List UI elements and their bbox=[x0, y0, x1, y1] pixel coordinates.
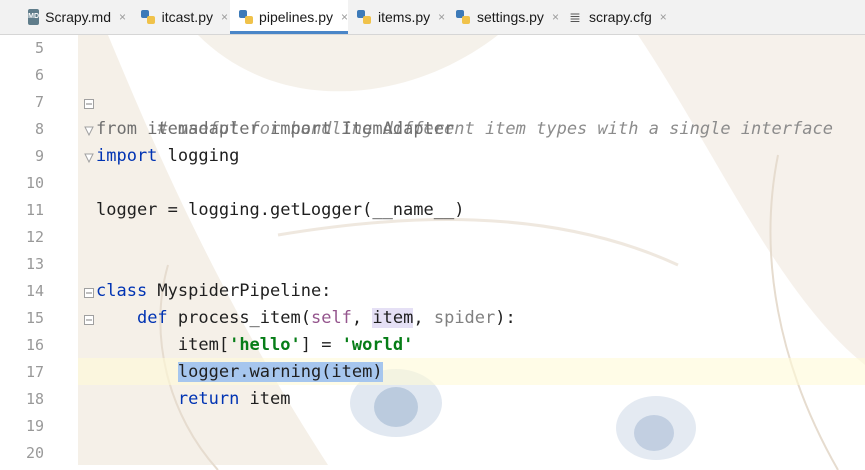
code-line-18: return item bbox=[96, 386, 291, 413]
name-token: ItemAdapter bbox=[331, 119, 455, 139]
line-number: 20 bbox=[25, 444, 44, 462]
editor-tab-bar: MD Scrapy.md × itcast.py × pipelines.py … bbox=[0, 0, 865, 35]
close-icon[interactable]: × bbox=[119, 10, 126, 24]
close-icon[interactable]: × bbox=[660, 10, 667, 24]
name-token: item bbox=[239, 389, 291, 409]
tab-items-py[interactable]: items.py × bbox=[356, 0, 446, 34]
line-number: 14 bbox=[25, 282, 44, 300]
fold-toggle-icon[interactable] bbox=[84, 310, 94, 325]
close-icon[interactable]: × bbox=[341, 10, 348, 24]
line-number: 8 bbox=[34, 120, 44, 138]
line-number: 10 bbox=[25, 174, 44, 192]
assign-token: ] = bbox=[300, 335, 342, 355]
fold-toggle-icon[interactable] bbox=[84, 283, 94, 298]
fold-toggle-icon[interactable] bbox=[84, 94, 94, 109]
tab-label: Scrapy.md bbox=[45, 9, 111, 25]
module-token: itemadapter bbox=[136, 119, 271, 139]
punctuation-token: , bbox=[413, 308, 434, 328]
tab-label: settings.py bbox=[477, 9, 544, 25]
tab-label: pipelines.py bbox=[259, 9, 333, 25]
code-line-15: def process_item(self, item, spider): bbox=[96, 305, 516, 332]
python-file-icon bbox=[238, 9, 254, 25]
line-number: 6 bbox=[34, 66, 44, 84]
keyword-token: def bbox=[136, 308, 168, 328]
markdown-file-icon: MD bbox=[28, 9, 40, 25]
close-icon[interactable]: × bbox=[221, 10, 228, 24]
fold-end-icon[interactable] bbox=[84, 391, 184, 407]
keyword-token: return bbox=[177, 389, 240, 409]
punctuation-token: ): bbox=[495, 308, 516, 328]
punctuation-token: , bbox=[351, 308, 373, 328]
config-file-icon: ≣ bbox=[569, 9, 581, 25]
function-name-token: process_item( bbox=[167, 308, 311, 328]
subscript-token: item[ bbox=[177, 335, 230, 355]
tab-scrapy-cfg[interactable]: ≣ scrapy.cfg × bbox=[567, 0, 667, 34]
close-icon[interactable]: × bbox=[438, 10, 445, 24]
line-number: 5 bbox=[34, 39, 44, 57]
code-line-8: from itemadapter import ItemAdapter bbox=[96, 116, 454, 143]
class-name-token: MyspiderPipeline: bbox=[147, 281, 332, 301]
keyword-token: import bbox=[96, 146, 158, 166]
code-line-9: import logging bbox=[96, 143, 239, 170]
name-token: logging bbox=[157, 146, 240, 166]
line-number: 16 bbox=[25, 336, 44, 354]
keyword-token: from bbox=[96, 119, 137, 139]
keyword-token: class bbox=[96, 281, 148, 301]
line-number: 11 bbox=[25, 201, 44, 219]
line-number: 7 bbox=[34, 93, 44, 111]
close-icon[interactable]: × bbox=[552, 10, 559, 24]
code-line-17: logger.warning(item) bbox=[96, 359, 383, 386]
tab-pipelines-py[interactable]: pipelines.py × bbox=[230, 0, 348, 34]
fold-end-icon[interactable] bbox=[84, 148, 94, 164]
line-number: 15 bbox=[25, 309, 44, 327]
tab-label: items.py bbox=[378, 9, 431, 25]
item-param-token: item bbox=[372, 308, 414, 328]
python-file-icon bbox=[455, 9, 471, 25]
code-line-14: class MyspiderPipeline: bbox=[96, 278, 331, 305]
selected-text[interactable]: logger.warning(item) bbox=[177, 362, 383, 382]
tab-label: scrapy.cfg bbox=[589, 9, 652, 25]
python-file-icon bbox=[356, 9, 372, 25]
tab-itcast-py[interactable]: itcast.py × bbox=[140, 0, 228, 34]
line-number: 17 bbox=[25, 363, 44, 381]
line-number: 18 bbox=[25, 390, 44, 408]
code-editor[interactable]: # useful for handling different item typ… bbox=[78, 35, 865, 470]
line-number: 19 bbox=[25, 417, 44, 435]
line-number: 12 bbox=[25, 228, 44, 246]
statement-token: logger = logging.getLogger(__name__) bbox=[96, 200, 465, 220]
unused-param-token: spider bbox=[433, 308, 496, 328]
line-number-gutter[interactable]: 5 6 7 8 9 10 11 12 13 14 15 16 17 18 19 … bbox=[0, 35, 78, 470]
tab-label: itcast.py bbox=[161, 9, 213, 25]
code-line-16: item['hello'] = 'world' bbox=[96, 332, 413, 359]
keyword-token: import bbox=[270, 119, 332, 139]
line-number: 9 bbox=[34, 147, 44, 165]
tab-settings-py[interactable]: settings.py × bbox=[455, 0, 559, 34]
line-number: 13 bbox=[25, 255, 44, 273]
string-token: 'world' bbox=[341, 335, 414, 355]
python-file-icon bbox=[140, 9, 156, 25]
tab-scrapy-md[interactable]: MD Scrapy.md × bbox=[28, 0, 126, 34]
string-token: 'hello' bbox=[229, 335, 301, 355]
fold-end-icon[interactable] bbox=[84, 121, 94, 137]
code-line-11: logger = logging.getLogger(__name__) bbox=[96, 197, 464, 224]
self-token: self bbox=[310, 308, 352, 328]
code-line-7: # useful for handling different item typ… bbox=[96, 89, 833, 139]
